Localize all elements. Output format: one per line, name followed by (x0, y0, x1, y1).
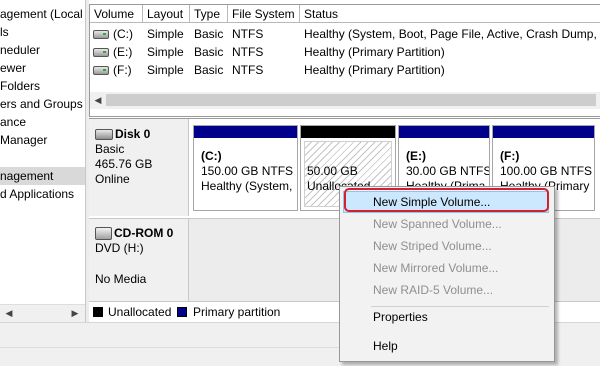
type-cell: Basic (194, 27, 224, 41)
layout-cell: Simple (147, 45, 184, 59)
partition-size: 100.00 GB NTFS (500, 164, 593, 178)
cdrom-0-name: CD-ROM 0 (114, 226, 174, 240)
scroll-left-icon[interactable]: ◀ (1, 305, 17, 322)
layout-cell: Simple (147, 27, 184, 41)
tree-item-event-viewer[interactable]: ewer (0, 59, 26, 77)
cdrom-0-media: No Media (95, 272, 147, 286)
disk-0-type: Basic (95, 142, 125, 156)
partition-name: (C:) (201, 149, 222, 163)
disk-0-name: Disk 0 (115, 127, 151, 141)
tree-item-task-scheduler[interactable]: neduler (0, 41, 40, 59)
tree-item-shared-folders[interactable]: Folders (0, 77, 40, 95)
fs-cell: NTFS (232, 63, 264, 77)
cd-drive-icon (95, 227, 112, 240)
tree-horizontal-scrollbar[interactable]: ◀ ▶ (0, 304, 85, 322)
table-row[interactable]: (E:) Simple Basic NTFS Healthy (Primary … (90, 43, 600, 61)
drive-icon (93, 66, 109, 75)
column-header-file-system[interactable]: File System (228, 5, 300, 23)
tree-item-performance[interactable]: ance (0, 113, 26, 131)
type-cell: Basic (194, 45, 224, 59)
volume-cell: (F:) (113, 63, 132, 77)
column-header-status[interactable]: Status (300, 5, 600, 23)
volume-cell: (C:) (113, 27, 133, 41)
status-cell: Healthy (Primary Partition) (304, 45, 445, 59)
volume-cell: (E:) (113, 45, 133, 59)
legend-primary-partition: Primary partition (193, 305, 281, 319)
column-header-type[interactable]: Type (190, 5, 228, 23)
volume-list: Volume Layout Type File System Status (C… (89, 4, 600, 117)
menu-item-new-raid5-volume[interactable]: New RAID-5 Volume... (343, 279, 549, 301)
tree-item-computer-management[interactable]: agement (Local (0, 5, 83, 23)
disk-0-status: Online (95, 172, 130, 186)
table-row[interactable]: (C:) Simple Basic NTFS Healthy (System, … (90, 25, 600, 43)
partition-name: (E:) (406, 149, 426, 163)
column-header-layout[interactable]: Layout (143, 5, 190, 23)
scroll-right-icon[interactable]: ▶ (67, 305, 83, 322)
layout-cell: Simple (147, 63, 184, 77)
menu-item-help[interactable]: Help (343, 335, 549, 357)
partition-size: 50.00 GB (307, 164, 358, 178)
tree-item-services-applications[interactable]: d Applications (0, 185, 74, 203)
menu-item-properties[interactable]: Properties (343, 306, 549, 328)
tree-item-system-tools[interactable]: ls (0, 23, 9, 41)
menu-item-new-striped-volume[interactable]: New Striped Volume... (343, 235, 549, 257)
legend-unallocated: Unallocated (108, 305, 172, 319)
partition-size: 30.00 GB NTFS (406, 164, 490, 178)
unallocated-bar (301, 126, 395, 138)
disk-0-size: 465.76 GB (95, 157, 153, 171)
table-row[interactable]: (F:) Simple Basic NTFS Healthy (Primary … (90, 61, 600, 79)
volume-list-horizontal-scrollbar[interactable]: ◀ (90, 92, 600, 109)
primary-partition-bar (194, 126, 297, 138)
unallocated-swatch (93, 307, 103, 317)
primary-partition-swatch (177, 307, 187, 317)
tree-item-disk-management[interactable]: nagement (0, 167, 85, 185)
menu-item-new-spanned-volume[interactable]: New Spanned Volume... (343, 213, 549, 235)
status-cell: Healthy (System, Boot, Page File, Active… (304, 27, 600, 41)
menu-item-new-mirrored-volume[interactable]: New Mirrored Volume... (343, 257, 549, 279)
cdrom-0-type: DVD (H:) (95, 241, 144, 255)
console-tree: agement (Local ls neduler ewer Folders e… (0, 0, 85, 322)
context-menu: New Simple Volume... New Spanned Volume.… (339, 186, 555, 362)
primary-partition-bar (493, 126, 594, 138)
disk-0-info[interactable]: Disk 0 Basic 465.76 GB Online (89, 119, 189, 216)
fs-cell: NTFS (232, 45, 264, 59)
fs-cell: NTFS (232, 27, 264, 41)
drive-icon (93, 48, 109, 57)
tree-item-device-manager[interactable]: Manager (0, 131, 47, 149)
tree-item-local-users-groups[interactable]: ers and Groups (0, 95, 83, 113)
divider (0, 347, 340, 348)
highlight-annotation-ring (344, 188, 549, 212)
primary-partition-bar (399, 126, 489, 138)
scroll-left-icon[interactable]: ◀ (90, 92, 106, 109)
hard-disk-icon (95, 129, 113, 140)
cdrom-0-info[interactable]: CD-ROM 0 DVD (H:) No Media (89, 218, 189, 303)
partition-c[interactable]: (C:) 150.00 GB NTFS Healthy (System, (193, 125, 298, 211)
column-header-volume[interactable]: Volume (90, 5, 143, 23)
status-cell: Healthy (Primary Partition) (304, 63, 445, 77)
type-cell: Basic (194, 63, 224, 77)
partition-name: (F:) (500, 149, 520, 163)
partition-status: Healthy (System, (201, 179, 293, 193)
scrollbar-thumb[interactable] (106, 94, 596, 106)
drive-icon (93, 30, 109, 39)
partition-size: 150.00 GB NTFS (201, 164, 294, 178)
